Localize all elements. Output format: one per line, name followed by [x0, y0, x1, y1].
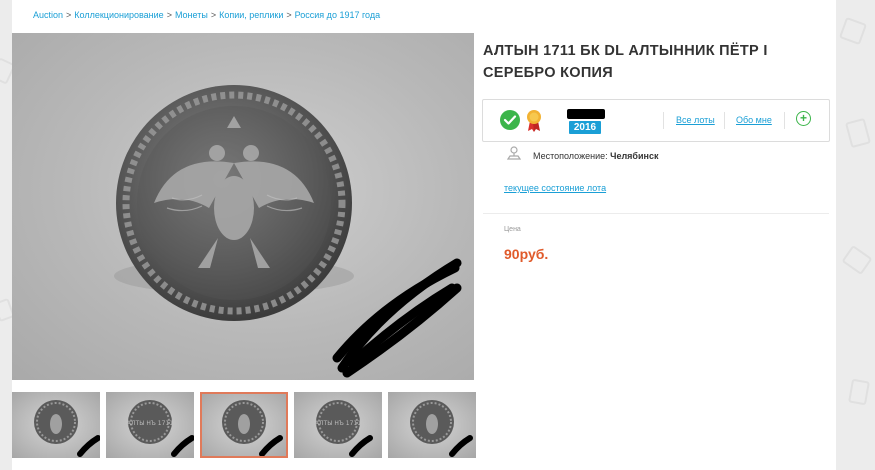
coin-legend-text: АЛТЫ НЪ 1711	[127, 420, 173, 427]
coin-legend-text: АЛТЫ НЪ 1711	[315, 420, 361, 427]
thumbnail-1[interactable]	[12, 392, 100, 458]
breadcrumb-russia-pre-1917[interactable]: Россия до 1917 года	[295, 10, 380, 20]
breadcrumb-separator: >	[210, 10, 217, 20]
coin-thumbnail-image	[222, 400, 283, 457]
breadcrumb-auction[interactable]: Auction	[33, 10, 63, 20]
location-value: Челябинск	[610, 151, 659, 161]
price-label: Цена	[504, 226, 521, 233]
breadcrumb: Auction > Коллекционирование > Монеты > Копии,…	[33, 10, 380, 20]
plus-circle-icon[interactable]: +	[796, 111, 811, 126]
thumbnail-3[interactable]	[200, 392, 288, 458]
location-label: Местоположение:	[533, 151, 608, 161]
medal-icon	[527, 110, 541, 132]
breadcrumb-separator: >	[286, 10, 292, 20]
thumbnail-4[interactable]: АЛТЫ НЪ 1711	[294, 392, 382, 458]
seller-name-redacted[interactable]	[567, 109, 605, 119]
main-lot-photo[interactable]	[12, 33, 474, 380]
lot-status-link[interactable]: текущее состояние лота	[504, 183, 606, 193]
verified-check-icon	[500, 110, 520, 130]
seller-since-badge: 2016	[569, 121, 601, 134]
divider	[663, 112, 664, 129]
thumbnail-5[interactable]	[388, 392, 476, 458]
lot-page: Auction > Коллекционирование > Монеты > Копии,…	[12, 0, 836, 470]
lot-title: АЛТЫН 1711 БК DL АЛТЫННИК ПЁТР I СЕРЕБРО…	[483, 43, 768, 81]
map-pin-icon	[507, 146, 521, 160]
thumbnail-2[interactable]: АЛТЫ НЪ 1711	[106, 392, 194, 458]
breadcrumb-separator: >	[166, 10, 172, 20]
divider	[724, 112, 725, 129]
breadcrumb-separator: >	[66, 10, 72, 20]
coin-obverse-image	[114, 85, 462, 378]
location: Местоположение: Челябинск	[533, 151, 658, 161]
coin-thumbnail-image: АЛТЫ НЪ 1711	[127, 400, 194, 457]
breadcrumb-replicas[interactable]: Копии, реплики	[219, 10, 283, 20]
divider	[483, 213, 829, 214]
divider	[784, 112, 785, 129]
coin-thumbnail-image: АЛТЫ НЪ 1711	[315, 400, 373, 457]
breadcrumb-coins[interactable]: Монеты	[175, 10, 208, 20]
breadcrumb-collecting[interactable]: Коллекционирование	[74, 10, 163, 20]
seller-panel: 2016 Все лоты Обо мне +	[482, 99, 830, 142]
about-me-link[interactable]: Обо мне	[736, 115, 772, 125]
all-lots-link[interactable]: Все лоты	[676, 115, 715, 125]
price-value: 90руб.	[504, 246, 549, 262]
coin-thumbnail-image	[410, 400, 473, 457]
thumbnail-strip: АЛТЫ НЪ 1711 АЛТЫ НЪ 1711	[12, 392, 476, 460]
coin-thumbnail-image	[34, 400, 100, 457]
